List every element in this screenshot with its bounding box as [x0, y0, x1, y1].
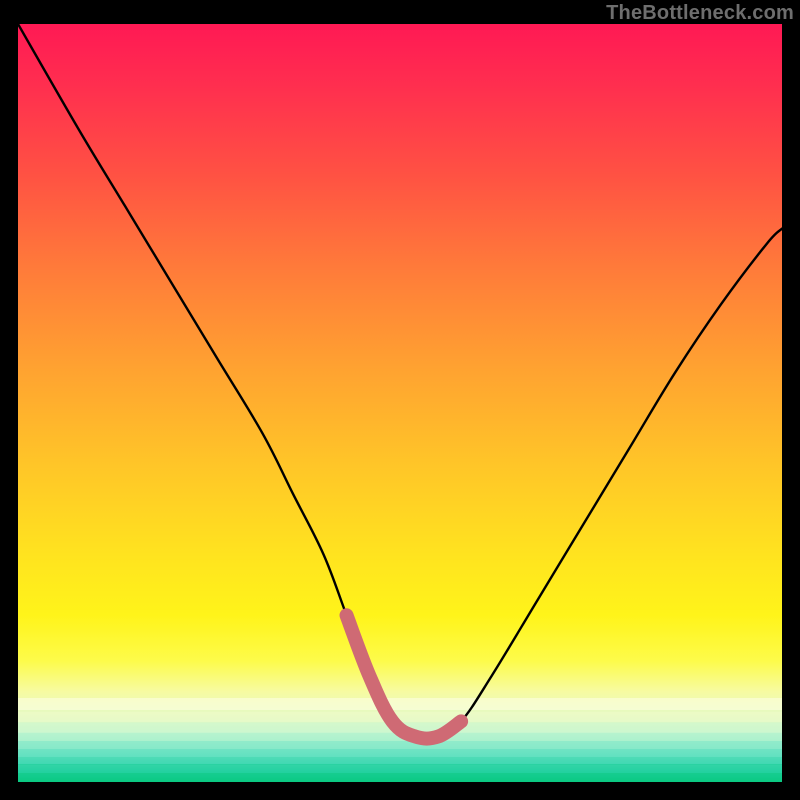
- valley-highlight: [347, 615, 462, 738]
- chart-container: TheBottleneck.com: [0, 0, 800, 800]
- watermark-text: TheBottleneck.com: [606, 2, 794, 25]
- curve-layer: [18, 24, 782, 782]
- bottleneck-curve: [18, 24, 782, 739]
- plot-area: [18, 24, 782, 782]
